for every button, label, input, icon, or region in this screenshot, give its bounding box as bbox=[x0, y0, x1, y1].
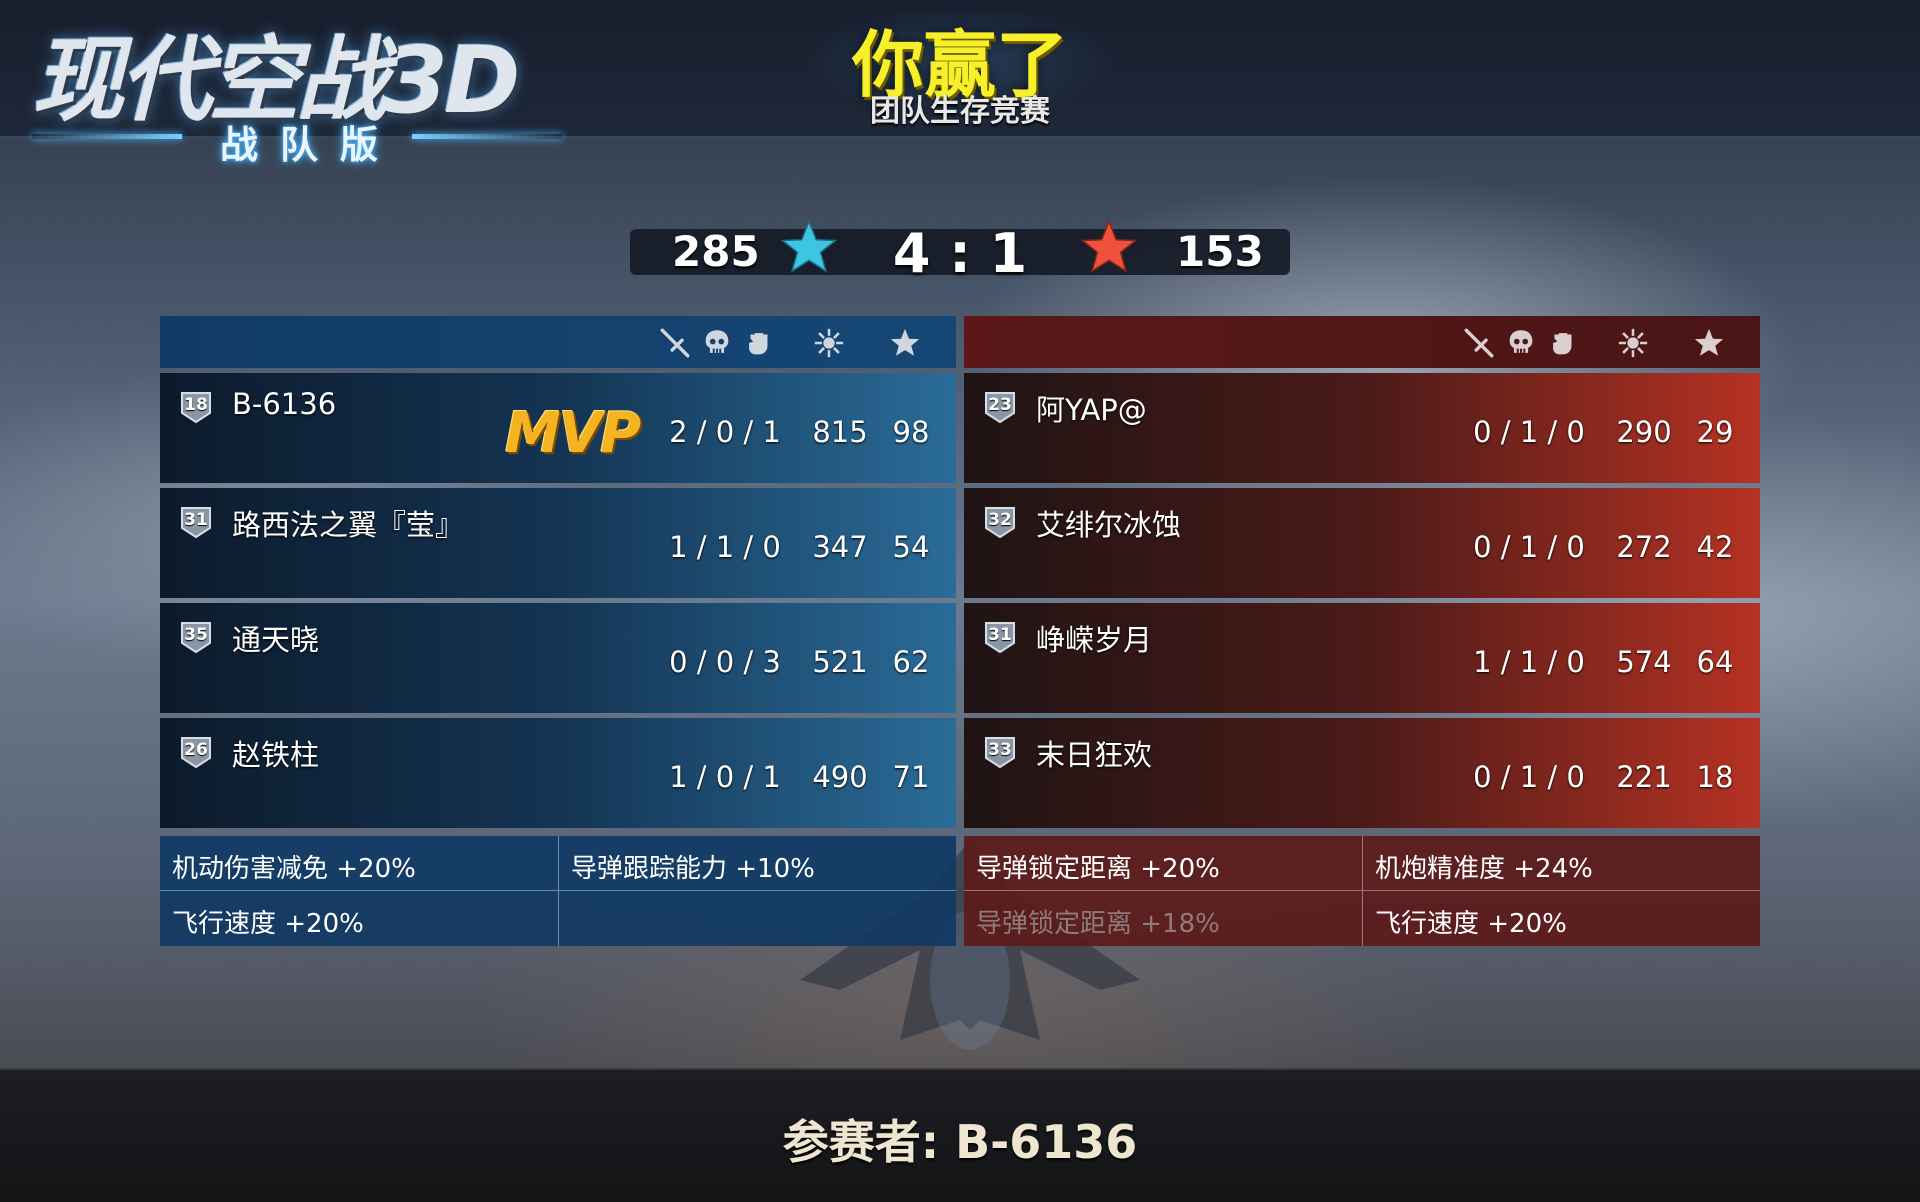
player-score: 521 bbox=[812, 645, 868, 679]
bonus-item-inactive: 导弹锁定距离 +18% bbox=[976, 909, 1220, 939]
player-name: 路西法之翼『莹』 bbox=[232, 508, 465, 542]
player-name: 通天晓 bbox=[232, 623, 320, 657]
logo-line-left bbox=[32, 134, 182, 139]
player-name: 艾绯尔冰蚀 bbox=[1036, 508, 1182, 542]
blue-star-icon bbox=[780, 219, 838, 273]
blue-team-header bbox=[160, 316, 956, 368]
skull-icon bbox=[1504, 326, 1538, 360]
logo-subtitle: 战队版 bbox=[219, 123, 400, 167]
player-stars: 62 bbox=[892, 645, 930, 679]
sword-icon bbox=[658, 326, 692, 360]
sword-icon bbox=[1462, 326, 1496, 360]
player-stars: 71 bbox=[892, 760, 930, 794]
red-team-panel: 23 阿YAP@ 0 / 1 / 0 290 29 32 艾绯尔冰蚀 0 / 1… bbox=[964, 316, 1760, 828]
player-row[interactable]: 35 通天晓 0 / 0 / 3 521 62 bbox=[160, 603, 956, 713]
player-kda: 1 / 0 / 1 bbox=[669, 760, 781, 794]
player-stars: 18 bbox=[1696, 760, 1734, 794]
red-team-header bbox=[964, 316, 1760, 368]
player-score: 574 bbox=[1616, 645, 1672, 679]
mvp-badge: MVP bbox=[505, 401, 641, 466]
blue-team-bonuses: 机动伤害减免 +20% 导弹跟踪能力 +10% 飞行速度 +20% bbox=[160, 836, 956, 946]
bonus-item: 飞行速度 +20% bbox=[1362, 891, 1760, 946]
logo-line-right bbox=[412, 134, 562, 139]
red-team-bonuses: 导弹锁定距离 +20% 机炮精准度 +24% 导弹锁定距离 +18% 飞行速度 … bbox=[964, 836, 1760, 946]
player-stars: 98 bbox=[892, 415, 930, 449]
player-row[interactable]: 31 峥嵘岁月 1 / 1 / 0 574 64 bbox=[964, 603, 1760, 713]
bonus-item-empty bbox=[558, 891, 956, 946]
level-badge: 18 bbox=[178, 389, 214, 425]
player-row[interactable]: 33 末日狂欢 0 / 1 / 0 221 18 bbox=[964, 718, 1760, 828]
level-badge: 23 bbox=[982, 389, 1018, 425]
player-row[interactable]: 23 阿YAP@ 0 / 1 / 0 290 29 bbox=[964, 373, 1760, 483]
player-name: 末日狂欢 bbox=[1036, 738, 1153, 772]
player-kda: 0 / 1 / 0 bbox=[1473, 415, 1585, 449]
player-name: 赵铁柱 bbox=[232, 738, 320, 772]
fist-icon bbox=[742, 326, 776, 360]
player-row[interactable]: 26 赵铁柱 1 / 0 / 1 490 71 bbox=[160, 718, 956, 828]
fist-icon bbox=[1546, 326, 1580, 360]
player-score: 272 bbox=[1616, 530, 1672, 564]
game-logo: 现代空战3D 战队版 bbox=[32, 6, 572, 167]
bonus-item: 导弹锁定距离 +20% bbox=[964, 836, 1362, 891]
player-score: 490 bbox=[812, 760, 868, 794]
player-stars: 42 bbox=[1696, 530, 1734, 564]
game-mode: 团队生存竞赛 bbox=[870, 94, 1050, 129]
blue-team-panel: 18 B-6136 MVP 2 / 0 / 1 815 98 31 路西法之翼『… bbox=[160, 316, 956, 828]
player-row[interactable]: 32 艾绯尔冰蚀 0 / 1 / 0 272 42 bbox=[964, 488, 1760, 598]
player-stars: 54 bbox=[892, 530, 930, 564]
red-star-icon bbox=[1080, 219, 1138, 273]
player-stars: 64 bbox=[1696, 645, 1734, 679]
level-badge: 31 bbox=[982, 619, 1018, 655]
player-name: 阿YAP@ bbox=[1036, 393, 1147, 427]
bonus-item: 飞行速度 +20% bbox=[172, 909, 364, 939]
player-row[interactable]: 31 路西法之翼『莹』 1 / 1 / 0 347 54 bbox=[160, 488, 956, 598]
player-kda: 2 / 0 / 1 bbox=[669, 415, 781, 449]
star-column-icon bbox=[1692, 326, 1726, 360]
score-ratio: 4 : 1 bbox=[892, 222, 1028, 285]
star-column-icon bbox=[888, 326, 922, 360]
player-score: 290 bbox=[1616, 415, 1672, 449]
player-score: 815 bbox=[812, 415, 868, 449]
red-team-total: 153 bbox=[1176, 227, 1264, 276]
bonus-item: 机炮精准度 +24% bbox=[1362, 836, 1760, 891]
burst-icon bbox=[1616, 326, 1650, 360]
blue-team-total: 285 bbox=[672, 227, 760, 276]
player-name: B-6136 bbox=[232, 387, 337, 421]
player-score: 221 bbox=[1616, 760, 1672, 794]
player-kda: 0 / 1 / 0 bbox=[1473, 530, 1585, 564]
player-kda: 0 / 0 / 3 bbox=[669, 645, 781, 679]
player-stars: 29 bbox=[1696, 415, 1734, 449]
level-badge: 32 bbox=[982, 504, 1018, 540]
bonus-item: 机动伤害减免 +20% bbox=[160, 836, 558, 891]
player-kda: 1 / 1 / 0 bbox=[1473, 645, 1585, 679]
level-badge: 35 bbox=[178, 619, 214, 655]
skull-icon bbox=[700, 326, 734, 360]
player-score: 347 bbox=[812, 530, 868, 564]
level-badge: 33 bbox=[982, 734, 1018, 770]
participant-label: 参赛者: B-6136 bbox=[782, 1115, 1138, 1169]
player-name: 峥嵘岁月 bbox=[1036, 623, 1153, 657]
player-row[interactable]: 18 B-6136 MVP 2 / 0 / 1 815 98 bbox=[160, 373, 956, 483]
player-kda: 0 / 1 / 0 bbox=[1473, 760, 1585, 794]
bonus-item: 导弹跟踪能力 +10% bbox=[558, 836, 956, 891]
level-badge: 26 bbox=[178, 734, 214, 770]
player-kda: 1 / 1 / 0 bbox=[669, 530, 781, 564]
burst-icon bbox=[812, 326, 846, 360]
level-badge: 31 bbox=[178, 504, 214, 540]
